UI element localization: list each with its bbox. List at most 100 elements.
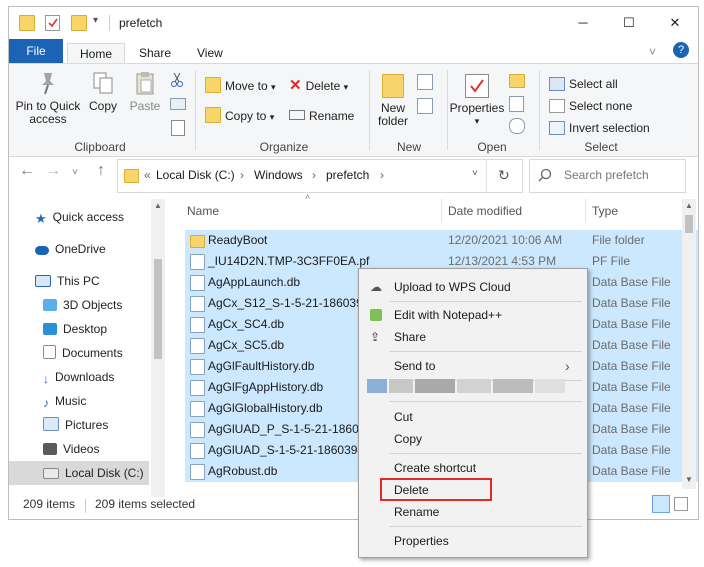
status-separator [85, 499, 86, 513]
column-header-date[interactable]: Date modified [448, 199, 522, 223]
menu-label: Copy [394, 432, 423, 446]
nav-3d-objects[interactable]: 3D Objects [43, 293, 122, 317]
minimize-button[interactable]: ─ [560, 7, 606, 39]
tab-share[interactable]: Share [127, 43, 183, 63]
scroll-up-icon[interactable]: ▲ [154, 201, 162, 210]
menu-item-cut[interactable]: Cut [359, 406, 587, 428]
easy-access-icon[interactable] [417, 98, 433, 114]
menu-item-upload-wps[interactable]: ☁ Upload to WPS Cloud [359, 276, 587, 298]
file-name: AgGlGlobalHistory.db [208, 401, 323, 415]
new-item-icon[interactable] [417, 74, 433, 90]
nav-pane-scrollbar[interactable]: ▲ [151, 199, 165, 497]
file-list-scroll-thumb[interactable] [685, 215, 693, 233]
file-list-scrollbar[interactable]: ▲ ▼ [682, 199, 696, 489]
back-arrow-icon[interactable]: ← [17, 162, 37, 180]
nav-videos[interactable]: Videos [43, 437, 99, 461]
menu-item-edit-notepad[interactable]: Edit with Notepad++ [359, 304, 587, 326]
menu-item-properties[interactable]: Properties [359, 530, 587, 552]
address-overflow-chevron[interactable]: « [144, 168, 151, 182]
nav-downloads[interactable]: ↓ Downloads [43, 365, 114, 389]
blurred-menu-item[interactable] [367, 379, 567, 393]
nav-3d-objects-label: 3D Objects [63, 298, 123, 312]
status-selected-count: 209 items selected [95, 497, 196, 511]
address-bar[interactable]: « Local Disk (C:) › Windows › prefetch ›… [117, 159, 523, 193]
crumb-windows[interactable]: Windows [254, 168, 303, 182]
details-view-icon[interactable] [652, 495, 670, 513]
crumb-separator-icon: › [312, 168, 316, 182]
clipboard-group-label: Clipboard [74, 140, 126, 154]
nav-desktop[interactable]: Desktop [43, 317, 107, 341]
sort-ascending-icon: ˄ [305, 192, 311, 202]
cut-icon[interactable] [170, 72, 184, 87]
copy-to-icon [205, 107, 221, 123]
download-icon: ↓ [43, 372, 49, 386]
column-header-name[interactable]: Name [187, 199, 219, 223]
menu-separator [389, 453, 582, 454]
nav-downloads-label: Downloads [55, 370, 115, 384]
copy-button[interactable]: Copy [85, 70, 121, 113]
edit-icon[interactable] [509, 96, 524, 112]
menu-label: Rename [394, 505, 440, 519]
tab-home[interactable]: Home [67, 43, 126, 64]
select-all-label: Select all [569, 77, 618, 91]
customize-toolbar-icon[interactable]: ▾ [93, 15, 98, 26]
crumb-local-disk[interactable]: Local Disk (C:) [156, 168, 235, 182]
maximize-button[interactable]: ☐ [606, 7, 652, 39]
nav-pictures[interactable]: Pictures [43, 413, 108, 437]
tab-file[interactable]: File [9, 39, 63, 63]
large-icons-view-icon[interactable] [674, 497, 688, 511]
menu-item-create-shortcut[interactable]: Create shortcut [359, 457, 587, 479]
properties-button[interactable]: Properties ▾ [449, 74, 505, 128]
copy-path-icon[interactable] [170, 98, 186, 110]
nav-documents[interactable]: Documents [43, 341, 123, 365]
search-placeholder: Search prefetch [564, 168, 649, 182]
select-all-button[interactable]: Select all [549, 74, 618, 94]
collapse-ribbon-icon[interactable]: ˅ [649, 45, 656, 59]
file-name: AgGlUAD_P_S-1-5-21-186039 [208, 422, 373, 436]
nav-local-disk[interactable]: Local Disk (C:) [9, 461, 149, 485]
move-to-button[interactable]: Move to ▾ [205, 76, 276, 96]
navigation-pane: ★ Quick access OneDrive This PC 3D Object… [9, 199, 167, 497]
menu-item-send-to[interactable]: Send to › [359, 355, 587, 377]
menu-item-share[interactable]: ⇪ Share [359, 326, 587, 348]
crumb-prefetch[interactable]: prefetch [326, 168, 369, 182]
scroll-up-icon[interactable]: ▲ [685, 201, 693, 210]
help-icon[interactable]: ? [673, 42, 689, 58]
column-divider[interactable] [441, 199, 442, 223]
select-none-button[interactable]: Select none [549, 96, 632, 116]
menu-item-rename[interactable]: Rename [359, 501, 587, 523]
nav-onedrive[interactable]: OneDrive [35, 237, 106, 261]
music-icon: ♪ [43, 396, 49, 410]
new-folder-button[interactable]: New folder [371, 74, 415, 128]
paste-button[interactable]: Paste [125, 70, 165, 113]
rename-button[interactable]: Rename [289, 106, 354, 126]
up-arrow-icon[interactable]: ↑ [91, 162, 111, 180]
open-icon[interactable] [509, 74, 525, 88]
history-icon[interactable] [509, 118, 525, 134]
menu-label: Properties [394, 534, 449, 548]
address-dropdown-icon[interactable]: ˅ [472, 168, 478, 179]
file-name: AgGlFgAppHistory.db [208, 380, 324, 394]
nav-quick-access[interactable]: ★ Quick access [35, 205, 124, 229]
copy-to-button[interactable]: Copy to ▾ [205, 106, 274, 126]
delete-button[interactable]: ✕ Delete ▾ [289, 76, 348, 96]
pin-quick-access-button[interactable]: Pin to Quick access [13, 70, 83, 126]
search-box[interactable]: Search prefetch [529, 159, 686, 193]
scroll-down-icon[interactable]: ▼ [685, 475, 693, 484]
tab-view[interactable]: View [185, 43, 235, 63]
menu-item-copy[interactable]: Copy [359, 428, 587, 450]
nav-scroll-thumb[interactable] [154, 259, 162, 359]
nav-music[interactable]: ♪ Music [43, 389, 86, 413]
column-divider[interactable] [585, 199, 586, 223]
new-folder-icon[interactable] [71, 15, 87, 31]
paste-shortcut-icon[interactable] [171, 120, 185, 136]
refresh-icon[interactable]: ↻ [498, 167, 510, 184]
recent-locations-icon[interactable]: ˅ [65, 167, 85, 178]
table-row[interactable]: ReadyBoot 12/20/2021 10:06 AM File folde… [185, 230, 698, 251]
nav-this-pc[interactable]: This PC [35, 269, 100, 293]
forward-arrow-icon[interactable]: → [43, 162, 63, 180]
column-header-type[interactable]: Type [592, 199, 618, 223]
close-button[interactable]: ✕ [652, 7, 698, 39]
invert-selection-button[interactable]: Invert selection [549, 118, 650, 138]
properties-icon[interactable] [45, 15, 60, 31]
